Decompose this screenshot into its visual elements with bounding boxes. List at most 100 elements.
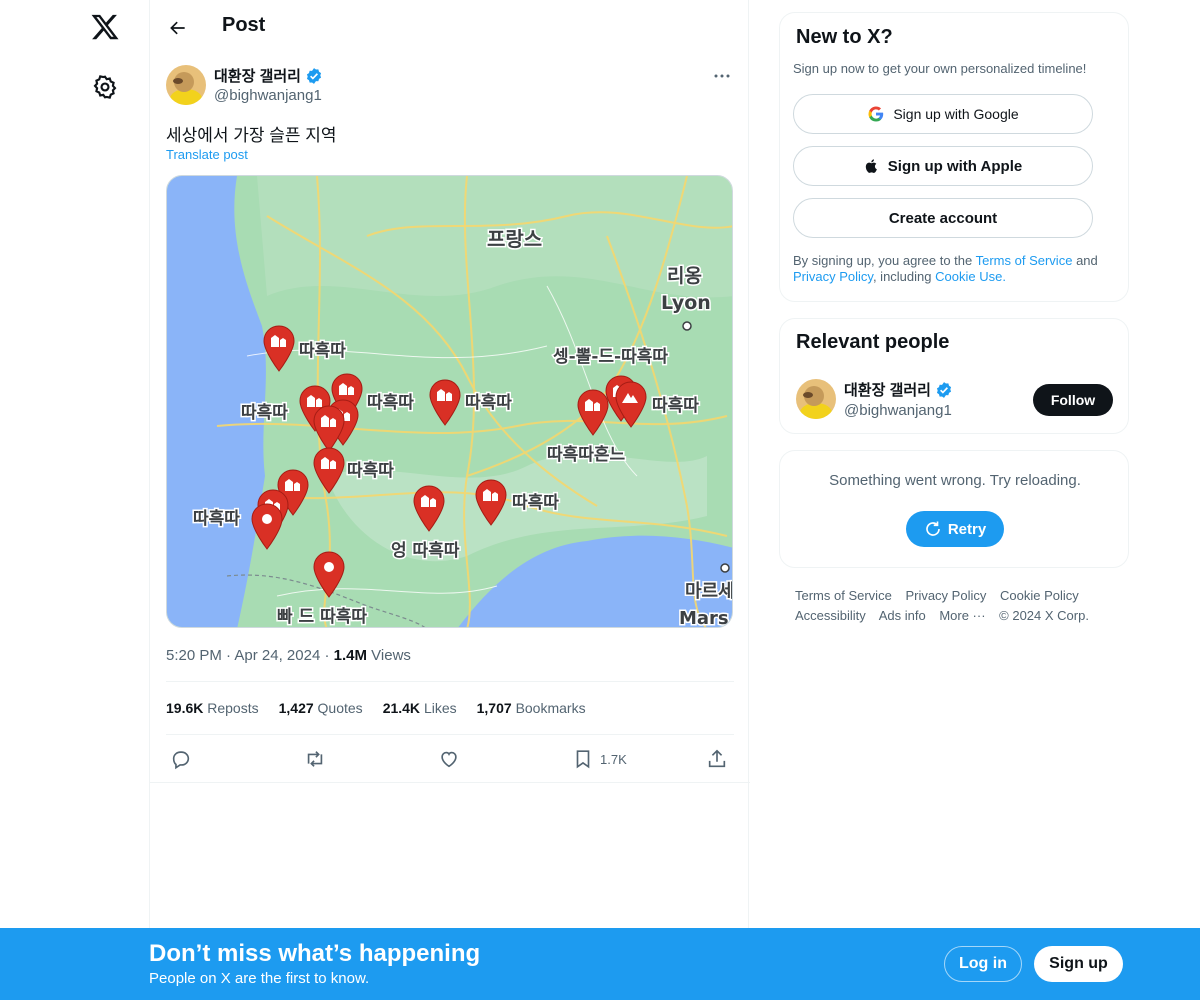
legal-text: , including <box>872 269 932 284</box>
more-options-button[interactable] <box>710 66 734 86</box>
map-label-place: 따흑따 <box>193 508 240 529</box>
verified-badge-icon <box>306 67 322 84</box>
legal-text: and <box>1076 253 1098 268</box>
footer-link[interactable]: Accessibility <box>795 608 866 623</box>
error-message: Something went wrong. Try reloading. <box>829 472 1081 489</box>
post-meta: 5:20 PM · Apr 24, 2024 · 1.4M Views <box>166 647 411 664</box>
post-text: 세상에서 가장 슬픈 지역 <box>166 126 337 145</box>
relevant-people-card: Relevant people 대환장 갤러리 @bighwanjang1 Fo… <box>779 318 1129 434</box>
bookmark-button[interactable]: 1.7K <box>572 745 627 773</box>
footer-link[interactable]: Cookie Policy <box>1000 588 1079 603</box>
map-label-city-en: Lyon <box>661 292 711 314</box>
avatar[interactable] <box>166 65 206 105</box>
reply-icon <box>172 751 190 770</box>
bookmarks-stat: 1,707 Bookmarks <box>477 700 586 716</box>
relevant-name-text: 대환장 갤러리 <box>844 382 931 399</box>
repost-button[interactable] <box>304 745 326 773</box>
apple-signup-label: Sign up with Apple <box>887 157 1023 175</box>
signup-subtitle: Sign up now to get your own personalized… <box>793 61 1087 76</box>
refresh-icon <box>926 521 940 536</box>
footer-link[interactable]: Terms of Service <box>795 588 892 603</box>
reposts-stat[interactable]: 19.6K Reposts <box>166 700 259 716</box>
map-label-place: 엉 따흑따 <box>391 540 460 561</box>
map-label-city-ko: 리옹 <box>667 265 702 287</box>
post-time[interactable]: 5:20 PM <box>166 647 222 664</box>
divider <box>166 734 734 735</box>
google-signup-button[interactable]: Sign up with Google <box>793 94 1093 134</box>
reposts-count: 19.6K <box>166 700 204 716</box>
banner-subtitle: People on X are the first to know. <box>149 970 370 987</box>
retry-button[interactable]: Retry <box>906 511 1004 547</box>
avatar[interactable] <box>796 379 836 419</box>
back-button[interactable] <box>164 14 192 42</box>
footer-more-button[interactable]: More ··· <box>939 608 985 623</box>
signup-legal: By signing up, you agree to the Terms of… <box>793 253 1123 285</box>
share-button[interactable] <box>706 745 728 773</box>
gear-icon[interactable] <box>92 74 118 100</box>
post-actions: 1.7K <box>166 745 734 773</box>
legal-text: By signing up, you agree to the <box>793 253 973 268</box>
post-header: Post <box>150 0 750 54</box>
post-image-map[interactable]: 프랑스 리옹 Lyon 마르세 Mars 따흑따 따흑따 따흑따 따흑따 따흑따… <box>166 175 733 628</box>
bookmark-icon <box>576 750 590 769</box>
page-title: Post <box>222 14 266 36</box>
reply-button[interactable] <box>170 745 192 773</box>
likes-count: 21.4K <box>382 700 421 716</box>
heart-icon <box>441 751 457 768</box>
quotes-count: 1,427 <box>278 700 314 716</box>
footer-link[interactable]: Privacy Policy <box>905 588 986 603</box>
map-label-place: 셍-뽈-드-따흑따 <box>553 346 668 367</box>
terms-link[interactable]: Terms of Service <box>976 253 1073 268</box>
quotes-stat[interactable]: 1,427 Quotes <box>279 700 363 716</box>
signup-button[interactable]: Sign up <box>1034 946 1123 982</box>
share-icon <box>708 749 726 768</box>
quotes-label: Quotes <box>317 700 363 716</box>
follow-button[interactable]: Follow <box>1033 384 1113 416</box>
relevant-title: Relevant people <box>796 331 950 353</box>
divider <box>150 782 750 783</box>
create-account-label: Create account <box>888 209 998 227</box>
create-account-button[interactable]: Create account <box>793 198 1093 238</box>
signup-title: New to X? <box>796 26 893 48</box>
likes-stat[interactable]: 21.4K Likes <box>383 700 457 716</box>
post-stats: 19.6K Reposts 1,427 Quotes 21.4K Likes 1… <box>166 700 586 716</box>
map-label-place: 따흑따 <box>652 395 699 416</box>
map-label-place: 빠 드 따흑따 <box>277 606 367 627</box>
like-button[interactable] <box>438 745 460 773</box>
google-signup-label: Sign up with Google <box>893 106 1019 122</box>
map-label-place: 따흑따 <box>512 492 559 513</box>
arrow-left-icon <box>170 21 185 35</box>
author-name[interactable]: 대환장 갤러리 <box>214 65 323 86</box>
login-button[interactable]: Log in <box>944 946 1022 982</box>
banner-title: Don’t miss what’s happening <box>149 940 481 967</box>
cookie-link[interactable]: Cookie Use. <box>935 269 1006 284</box>
verified-badge-icon <box>936 381 952 398</box>
views-count: 1.4M <box>333 647 367 664</box>
bookmarks-label: Bookmarks <box>515 700 586 716</box>
footer-link[interactable]: Ads info <box>879 608 926 623</box>
privacy-link[interactable]: Privacy Policy <box>793 269 873 284</box>
relevant-name[interactable]: 대환장 갤러리 <box>844 379 953 400</box>
map-label-place: 따흑따 <box>465 392 512 413</box>
x-logo-icon[interactable] <box>90 12 120 42</box>
translate-post-link[interactable]: Translate post <box>166 147 248 162</box>
author-handle[interactable]: @bighwanjang1 <box>214 87 322 104</box>
map-label-place: 따흑따 <box>241 402 288 423</box>
divider <box>166 681 734 682</box>
relevant-handle[interactable]: @bighwanjang1 <box>844 402 952 419</box>
likes-label: Likes <box>423 700 457 716</box>
bookmarks-count: 1,707 <box>476 700 512 716</box>
apple-signup-button[interactable]: Sign up with Apple <box>793 146 1093 186</box>
repost-icon <box>307 751 323 767</box>
copyright: © 2024 X Corp. <box>999 608 1089 623</box>
footer-links: Terms of Service Privacy Policy Cookie P… <box>795 586 1125 626</box>
signup-card: New to X? Sign up now to get your own pe… <box>779 12 1129 302</box>
apple-icon <box>865 159 877 173</box>
left-nav <box>0 0 149 1000</box>
post-date[interactable]: Apr 24, 2024 <box>234 647 320 664</box>
main-column: Post 대환장 갤러리 @bighwanjang1 세상에서 가장 슬픈 지역… <box>149 0 750 1000</box>
error-card: Something went wrong. Try reloading. Ret… <box>779 450 1129 568</box>
bookmark-count: 1.7K <box>600 751 627 767</box>
reposts-label: Reposts <box>207 700 259 716</box>
map-label-country: 프랑스 <box>487 227 542 251</box>
